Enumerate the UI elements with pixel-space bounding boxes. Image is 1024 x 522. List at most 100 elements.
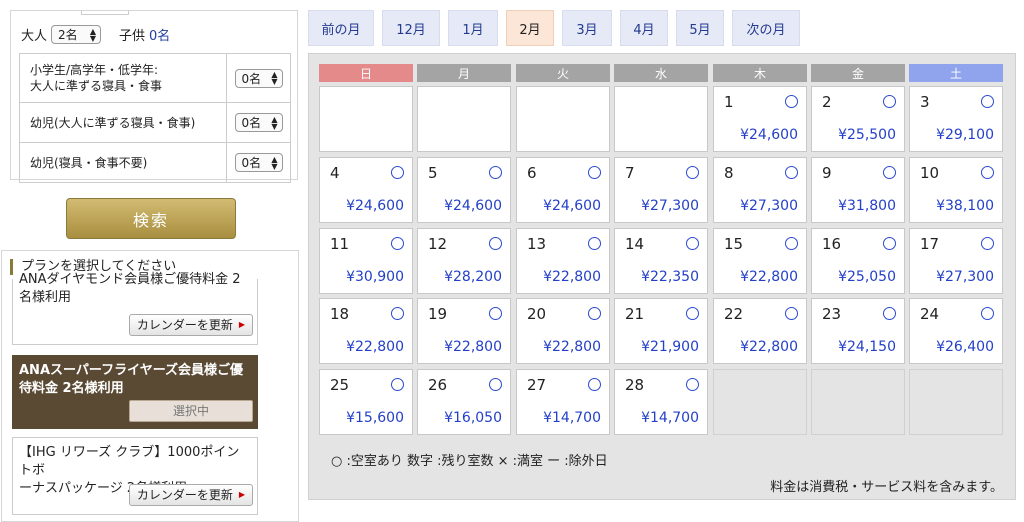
- calendar-day-cell[interactable]: 23 ¥24,150: [811, 298, 905, 364]
- day-price: ¥31,800: [838, 198, 896, 214]
- calendar-day-cell[interactable]: 5 ¥24,600: [417, 157, 511, 223]
- calendar-day-cell[interactable]: 10 ¥38,100: [909, 157, 1003, 223]
- day-number: 23: [822, 305, 842, 323]
- day-price: ¥24,600: [444, 198, 502, 214]
- child-select[interactable]: 0名 ▲ ▼: [234, 68, 283, 88]
- calendar-day-cell[interactable]: 21 ¥21,900: [614, 298, 708, 364]
- day-price: ¥14,700: [543, 410, 601, 426]
- day-price: ¥28,200: [444, 269, 502, 285]
- calendar-day-cell[interactable]: 7 ¥27,300: [614, 157, 708, 223]
- month-tab[interactable]: 5月: [676, 10, 724, 46]
- calendar-day-cell[interactable]: 13 ¥22,800: [516, 228, 610, 294]
- calendar-day-cell[interactable]: 20 ¥22,800: [516, 298, 610, 364]
- day-price: ¥38,100: [936, 198, 994, 214]
- update-calendar-button[interactable]: カレンダーを更新 ▶: [129, 484, 253, 506]
- day-price: ¥24,600: [740, 127, 798, 143]
- calendar-day-cell[interactable]: 15 ¥22,800: [713, 228, 807, 294]
- plan-title: ANAスーパーフライヤーズ会員様ご優: [19, 363, 244, 378]
- calendar-day-cell[interactable]: 11 ¥30,900: [319, 228, 413, 294]
- day-number: 9: [822, 164, 832, 182]
- calendar-day-cell[interactable]: 14 ¥22,350: [614, 228, 708, 294]
- stepper-arrows-icon: ▲ ▼: [271, 70, 278, 86]
- month-tab[interactable]: 3月: [562, 10, 612, 46]
- day-number: 25: [330, 376, 350, 394]
- available-circle-icon: [981, 237, 994, 250]
- calendar-day-cell[interactable]: 12 ¥28,200: [417, 228, 511, 294]
- update-calendar-button[interactable]: カレンダーを更新 ▶: [129, 314, 253, 336]
- available-circle-icon: [391, 378, 404, 391]
- available-circle-icon: [686, 378, 699, 391]
- arrow-right-icon: ▶: [238, 320, 246, 329]
- day-price: ¥24,150: [838, 339, 896, 355]
- child-row-label: 幼児(寝具・食事不要): [19, 142, 227, 183]
- day-price: ¥25,500: [838, 127, 896, 143]
- day-number: 28: [625, 376, 645, 394]
- calendar-day-cell[interactable]: 26 ¥16,050: [417, 369, 511, 435]
- day-number: 6: [527, 164, 537, 182]
- plan-item[interactable]: 【IHG リワーズ クラブ】1000ポイントボ ーナスパッケージ 2名様利用 カ…: [12, 437, 258, 515]
- calendar-day-cell[interactable]: 27 ¥14,700: [516, 369, 610, 435]
- child-select[interactable]: 0名 ▲ ▼: [234, 113, 283, 132]
- calendar-day-cell[interactable]: 9 ¥31,800: [811, 157, 905, 223]
- weekday-header: 火: [516, 64, 610, 82]
- calendar-day-cell[interactable]: 17 ¥27,300: [909, 228, 1003, 294]
- calendar-blank-cell: [909, 369, 1003, 435]
- guest-panel: 大人 2名 ▲ ▼ 子供 0名 小学生/高学年・低学年: 大人に準ずる寝具・食事 …: [10, 10, 298, 183]
- child-count: 0名: [149, 29, 171, 44]
- day-number: 10: [920, 164, 940, 182]
- day-price: ¥24,600: [346, 198, 404, 214]
- calendar-empty-cell: [417, 86, 511, 152]
- calendar-empty-cell: [614, 86, 708, 152]
- calendar-day-cell[interactable]: 25 ¥15,600: [319, 369, 413, 435]
- adult-label: 大人: [21, 29, 48, 44]
- next-month-button[interactable]: 次の月: [732, 10, 800, 46]
- day-price: ¥29,100: [936, 127, 994, 143]
- day-number: 16: [822, 235, 842, 253]
- plan-item-selected[interactable]: ANAスーパーフライヤーズ会員様ご優 待料金 2名様利用 選択中: [12, 355, 258, 429]
- month-tab[interactable]: 4月: [620, 10, 668, 46]
- prev-month-button[interactable]: 前の月: [308, 10, 374, 46]
- calendar-day-cell[interactable]: 19 ¥22,800: [417, 298, 511, 364]
- day-price: ¥22,350: [641, 269, 699, 285]
- calendar-day-cell[interactable]: 8 ¥27,300: [713, 157, 807, 223]
- calendar-day-cell[interactable]: 6 ¥24,600: [516, 157, 610, 223]
- calendar-day-cell[interactable]: 1 ¥24,600: [713, 86, 807, 152]
- calendar-day-cell[interactable]: 3 ¥29,100: [909, 86, 1003, 152]
- month-tab[interactable]: 1月: [448, 10, 498, 46]
- available-circle-icon: [489, 237, 502, 250]
- available-circle-icon: [981, 166, 994, 179]
- child-select[interactable]: 0名 ▲ ▼: [234, 153, 283, 172]
- calendar-day-cell[interactable]: 4 ¥24,600: [319, 157, 413, 223]
- selected-plan-button: 選択中: [129, 400, 253, 422]
- month-tab[interactable]: 2月: [506, 10, 554, 46]
- child-label: 子供: [119, 29, 146, 44]
- calendar-day-cell[interactable]: 2 ¥25,500: [811, 86, 905, 152]
- day-price: ¥27,300: [936, 269, 994, 285]
- day-price: ¥22,800: [740, 339, 798, 355]
- calendar-legend: ○ :空室あり 数字 :残り室数 × :満室 ー :除外日: [331, 454, 608, 469]
- weekday-header: 土: [909, 64, 1003, 82]
- day-price: ¥22,800: [740, 269, 798, 285]
- month-nav: 前の月 12月 1月 2月 3月 4月 5月 次の月: [308, 10, 808, 46]
- available-circle-icon: [588, 307, 601, 320]
- plan-item[interactable]: ANAダイヤモンド会員様ご優待料金 2 名様利用 カレンダーを更新 ▶: [12, 272, 258, 345]
- available-circle-icon: [588, 378, 601, 391]
- search-button[interactable]: 検索: [66, 198, 236, 239]
- tax-note: 料金は消費税・サービス料を含みます。: [770, 480, 1003, 495]
- plan-title: ANAダイヤモンド会員様ご優待料金 2: [19, 272, 241, 287]
- arrow-right-icon: ▶: [238, 490, 246, 499]
- calendar-day-cell[interactable]: 24 ¥26,400: [909, 298, 1003, 364]
- month-tab[interactable]: 12月: [382, 10, 440, 46]
- adult-select[interactable]: 2名 ▲ ▼: [51, 25, 102, 44]
- calendar-day-cell[interactable]: 16 ¥25,050: [811, 228, 905, 294]
- day-number: 21: [625, 305, 645, 323]
- available-circle-icon: [785, 237, 798, 250]
- day-number: 18: [330, 305, 350, 323]
- day-number: 1: [724, 93, 734, 111]
- available-circle-icon: [489, 307, 502, 320]
- available-circle-icon: [785, 95, 798, 108]
- calendar-day-cell[interactable]: 22 ¥22,800: [713, 298, 807, 364]
- calendar-day-cell[interactable]: 18 ¥22,800: [319, 298, 413, 364]
- weekday-header: 金: [811, 64, 905, 82]
- calendar-day-cell[interactable]: 28 ¥14,700: [614, 369, 708, 435]
